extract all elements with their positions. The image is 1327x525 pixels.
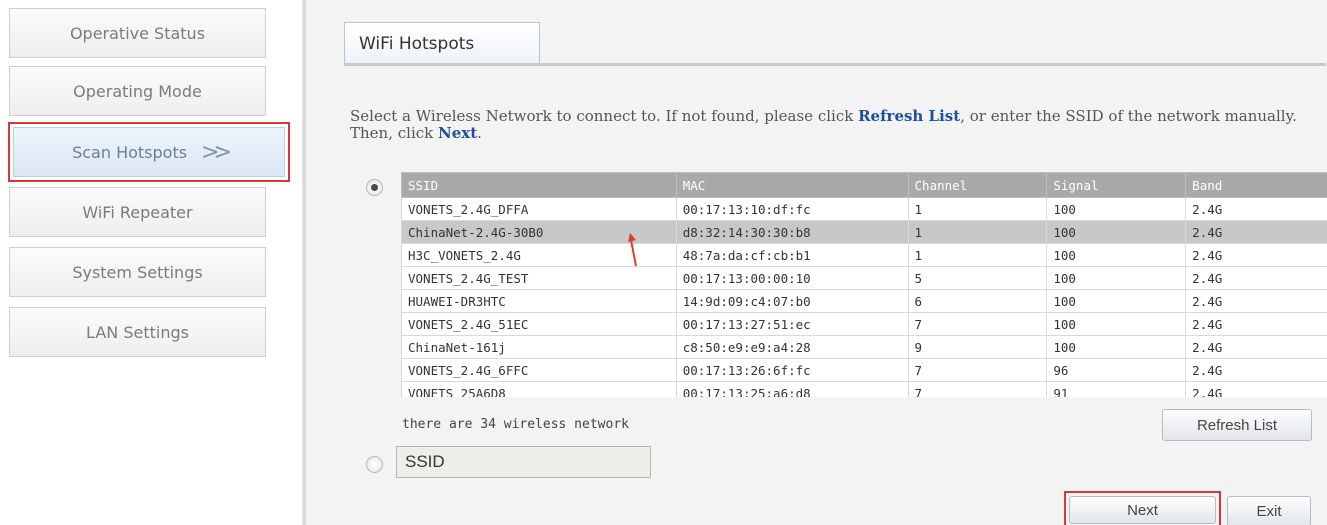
table-row[interactable]: H3C_VONETS_2.4G 48:7a:da:cf:cb:b1 1 100 …	[401, 243, 1327, 267]
cell-band: 2.4G	[1185, 220, 1327, 244]
network-count-text: there are 34 wireless network	[402, 417, 629, 432]
cell-band: 2.4G	[1185, 335, 1327, 359]
cell-ssid: VONETS_2.4G_6FFC	[401, 358, 677, 382]
sidebar-item-inner: Scan Hotspots >>	[13, 127, 285, 177]
cell-channel: 7	[907, 381, 1048, 397]
table-row-selected[interactable]: ChinaNet-2.4G-30B0 d8:32:14:30:30:b8 1 1…	[401, 220, 1327, 244]
double-chevron-right-icon: >>	[201, 139, 232, 165]
ssid-input[interactable]: SSID	[396, 446, 651, 478]
cell-band: 2.4G	[1185, 289, 1327, 313]
cell-ssid: VONETS_2.4G_DFFA	[401, 197, 677, 221]
manual-ssid-radio[interactable]	[366, 456, 383, 473]
header-channel: Channel	[907, 172, 1048, 198]
cell-mac: d8:32:14:30:30:b8	[675, 220, 909, 244]
main-panel: WiFi Hotspots Select a Wireless Network …	[302, 0, 1327, 525]
cell-signal: 91	[1046, 381, 1187, 397]
instructions-text: Select a Wireless Network to connect to.…	[350, 108, 1320, 142]
sidebar-item-operating-mode[interactable]: Operating Mode	[9, 66, 266, 116]
sidebar-item-label: WiFi Repeater	[82, 202, 193, 222]
cell-channel: 9	[907, 335, 1048, 359]
table-row[interactable]: VONETS_2.4G_DFFA 00:17:13:10:df:fc 1 100…	[401, 197, 1327, 221]
select-from-list-radio[interactable]	[366, 179, 383, 196]
hotspot-table-container[interactable]: SSID MAC Channel Signal Band VONETS_2.4G…	[401, 172, 1327, 397]
cell-channel: 1	[907, 197, 1048, 221]
cell-signal: 100	[1046, 312, 1187, 336]
table-header-row: SSID MAC Channel Signal Band	[401, 172, 1327, 198]
cell-ssid: VONETS_2.4G_51EC	[401, 312, 677, 336]
tab-wifi-hotspots[interactable]: WiFi Hotspots	[344, 22, 540, 64]
cell-mac: 00:17:13:00:00:10	[675, 266, 909, 290]
header-ssid: SSID	[401, 172, 677, 198]
sidebar-item-label: Operative Status	[69, 23, 206, 43]
cell-band: 2.4G	[1185, 381, 1327, 397]
table-row[interactable]: ChinaNet-161j c8:50:e9:e9:a4:28 9 100 2.…	[401, 335, 1327, 359]
cell-mac: 00:17:13:25:a6:d8	[675, 381, 909, 397]
cell-signal: 100	[1046, 289, 1187, 313]
red-arrow-annotation-icon	[628, 233, 637, 267]
cell-mac: c8:50:e9:e9:a4:28	[675, 335, 909, 359]
cell-band: 2.4G	[1185, 197, 1327, 221]
tab-divider	[344, 63, 1326, 66]
tab-label: WiFi Hotspots	[359, 33, 475, 54]
sidebar-item-operative-status[interactable]: Operative Status	[9, 8, 266, 58]
sidebar-item-scan-hotspots[interactable]: Scan Hotspots >>	[8, 122, 290, 182]
table-row[interactable]: VONETS_25A6D8 00:17:13:25:a6:d8 7 91 2.4…	[401, 381, 1327, 397]
cell-channel: 7	[907, 358, 1048, 382]
cell-ssid: VONETS_25A6D8	[401, 381, 677, 397]
ssid-input-value: SSID	[405, 452, 445, 471]
cell-channel: 5	[907, 266, 1048, 290]
sidebar-item-label: Scan Hotspots	[72, 142, 188, 162]
cell-signal: 96	[1046, 358, 1187, 382]
sidebar-item-label: System Settings	[72, 262, 203, 282]
sidebar-item-wifi-repeater[interactable]: WiFi Repeater	[9, 187, 266, 237]
instructions-part: Select a Wireless Network to connect to.…	[350, 107, 859, 125]
next-button[interactable]: Next	[1069, 496, 1216, 524]
sidebar-item-lan-settings[interactable]: LAN Settings	[9, 307, 266, 357]
cell-signal: 100	[1046, 220, 1187, 244]
refresh-list-link: Refresh List	[858, 107, 961, 125]
button-label: Next	[1127, 501, 1158, 519]
hotspot-table: SSID MAC Channel Signal Band VONETS_2.4G…	[401, 172, 1327, 397]
sidebar: Operative Status Operating Mode Scan Hot…	[0, 0, 290, 525]
next-link: Next	[438, 124, 478, 142]
cell-ssid: VONETS_2.4G_TEST	[401, 266, 677, 290]
cell-channel: 1	[907, 243, 1048, 267]
table-row[interactable]: VONETS_2.4G_51EC 00:17:13:27:51:ec 7 100…	[401, 312, 1327, 336]
cell-signal: 100	[1046, 335, 1187, 359]
instructions-part: .	[477, 124, 482, 142]
exit-button[interactable]: Exit	[1227, 496, 1311, 525]
header-mac: MAC	[675, 172, 909, 198]
button-label: Refresh List	[1196, 416, 1278, 434]
cell-mac: 48:7a:da:cf:cb:b1	[675, 243, 909, 267]
sidebar-item-label: LAN Settings	[86, 322, 189, 342]
cell-band: 2.4G	[1185, 266, 1327, 290]
cell-channel: 7	[907, 312, 1048, 336]
cell-signal: 100	[1046, 197, 1187, 221]
cell-signal: 100	[1046, 243, 1187, 267]
button-label: Exit	[1256, 503, 1282, 520]
cell-band: 2.4G	[1185, 358, 1327, 382]
cell-band: 2.4G	[1185, 312, 1327, 336]
cell-mac: 14:9d:09:c4:07:b0	[675, 289, 909, 313]
table-row[interactable]: VONETS_2.4G_6FFC 00:17:13:26:6f:fc 7 96 …	[401, 358, 1327, 382]
cell-mac: 00:17:13:26:6f:fc	[675, 358, 909, 382]
cell-ssid: ChinaNet-161j	[401, 335, 677, 359]
cell-mac: 00:17:13:27:51:ec	[675, 312, 909, 336]
cell-mac: 00:17:13:10:df:fc	[675, 197, 909, 221]
cell-band: 2.4G	[1185, 243, 1327, 267]
cell-signal: 100	[1046, 266, 1187, 290]
sidebar-item-label: Operating Mode	[73, 81, 202, 101]
cell-channel: 1	[907, 220, 1048, 244]
header-signal: Signal	[1046, 172, 1187, 198]
cell-ssid: HUAWEI-DR3HTC	[401, 289, 677, 313]
table-row[interactable]: HUAWEI-DR3HTC 14:9d:09:c4:07:b0 6 100 2.…	[401, 289, 1327, 313]
header-band: Band	[1185, 172, 1327, 198]
refresh-list-button[interactable]: Refresh List	[1162, 409, 1312, 441]
table-row[interactable]: VONETS_2.4G_TEST 00:17:13:00:00:10 5 100…	[401, 266, 1327, 290]
cell-channel: 6	[907, 289, 1048, 313]
next-button-highlight: Next	[1064, 491, 1221, 525]
sidebar-item-system-settings[interactable]: System Settings	[9, 247, 266, 297]
